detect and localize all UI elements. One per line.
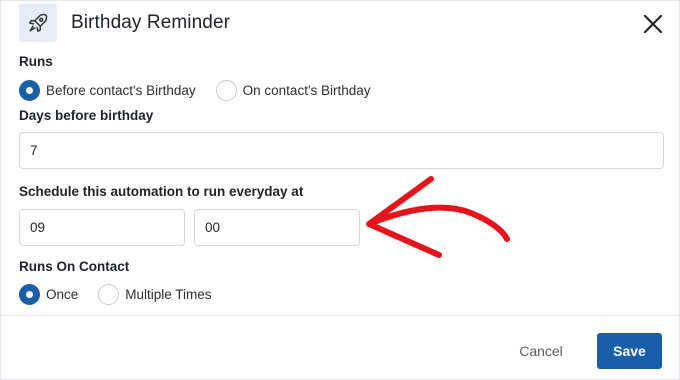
radio-label: On contact's Birthday: [242, 82, 371, 98]
radio-button-checked[interactable]: [19, 79, 40, 101]
runs-radio-group: Before contact's Birthday On contact's B…: [19, 79, 391, 101]
close-icon: [643, 14, 663, 34]
modal-header: Birthday Reminder: [1, 1, 680, 47]
radio-button-checked[interactable]: [19, 283, 40, 305]
radio-button[interactable]: [215, 79, 237, 101]
runs-option-on-birthday[interactable]: On contact's Birthday: [215, 79, 371, 101]
schedule-hour-input[interactable]: [19, 209, 185, 246]
modal-title: Birthday Reminder: [71, 12, 231, 33]
days-before-input[interactable]: [19, 132, 664, 169]
radio-label: Once: [46, 286, 79, 302]
footer-divider: [1, 315, 680, 316]
close-button[interactable]: [641, 12, 665, 36]
schedule-minute-input[interactable]: [194, 209, 360, 246]
runs-on-contact-radio-group: Once Multiple Times: [19, 283, 232, 305]
runs-on-contact-option-multiple[interactable]: Multiple Times: [98, 283, 212, 305]
runs-option-before-birthday[interactable]: Before contact's Birthday: [19, 79, 196, 101]
save-button[interactable]: Save: [597, 333, 662, 369]
days-before-label: Days before birthday: [19, 108, 154, 123]
radio-label: Multiple Times: [125, 286, 212, 302]
radio-label: Before contact's Birthday: [46, 82, 196, 98]
annotation-arrow-icon: [366, 176, 510, 258]
schedule-label: Schedule this automation to run everyday…: [19, 184, 304, 199]
automation-icon-box: [19, 4, 57, 42]
rocket-icon: [29, 13, 48, 32]
radio-button[interactable]: [98, 283, 120, 305]
runs-label: Runs: [19, 54, 53, 69]
birthday-reminder-modal: Birthday Reminder Runs Before contact's …: [0, 0, 680, 380]
runs-on-contact-label: Runs On Contact: [19, 259, 130, 274]
cancel-button[interactable]: Cancel: [508, 335, 574, 367]
runs-on-contact-option-once[interactable]: Once: [19, 283, 79, 305]
